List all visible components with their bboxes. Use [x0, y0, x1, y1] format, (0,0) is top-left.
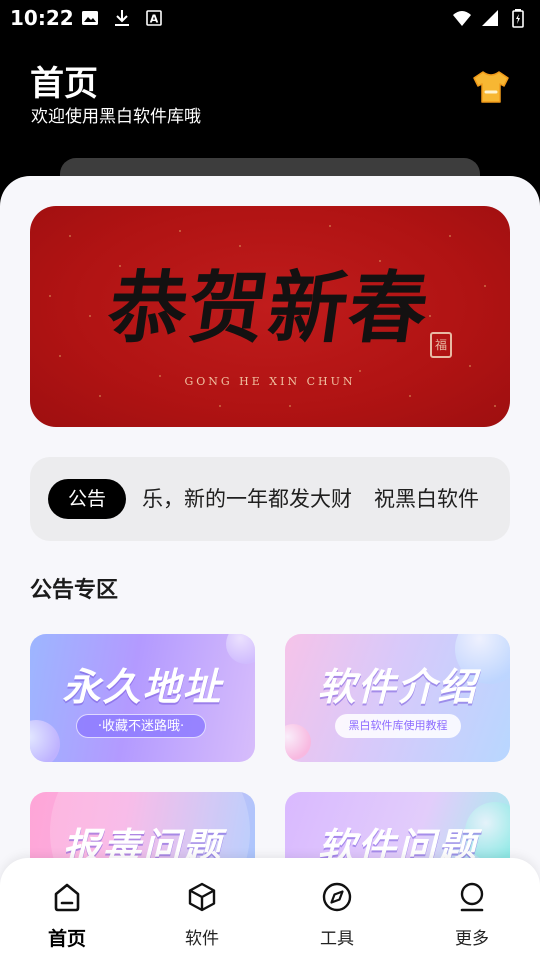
- bottom-nav: 首页 软件 工具 更多: [0, 858, 540, 960]
- home-icon: [54, 883, 80, 912]
- card-permanent-address[interactable]: 永久地址 ·收藏不迷路哦·: [30, 634, 255, 762]
- card-caption: ·收藏不迷路哦·: [76, 714, 206, 738]
- notice-badge: 公告: [48, 479, 126, 519]
- a-box-icon: A: [146, 10, 162, 26]
- card-title: 软件介绍: [317, 665, 478, 709]
- banner[interactable]: 恭贺新春 福 GONG HE XIN CHUN: [30, 206, 510, 427]
- nav-item-more[interactable]: 更多: [422, 880, 522, 950]
- wifi-icon: [453, 11, 471, 26]
- nav-label: 工具: [320, 929, 354, 949]
- nav-label: 软件: [185, 929, 219, 949]
- notice-bar[interactable]: 公告 乐，新的一年都发大财 祝黑白软件: [30, 457, 510, 541]
- signal-icon: [482, 10, 498, 26]
- page-subtitle: 欢迎使用黑白软件库哦: [31, 107, 201, 127]
- card-bubble-decoration: [285, 724, 311, 760]
- card-bubble-decoration: [30, 720, 60, 762]
- nav-item-home[interactable]: 首页: [17, 880, 117, 950]
- card-software-intro[interactable]: 软件介绍 黑白软件库使用教程: [285, 634, 510, 762]
- cube-icon: [188, 882, 216, 912]
- system-icons: [452, 8, 528, 28]
- nav-item-software[interactable]: 软件: [152, 880, 252, 950]
- notice-message: 乐，新的一年都发大财: [142, 487, 352, 511]
- battery-icon: [512, 9, 524, 28]
- tshirt-icon[interactable]: [472, 70, 510, 104]
- image-icon: [82, 11, 98, 25]
- card-caption: 黑白软件库使用教程: [335, 714, 461, 738]
- banner-subtitle: GONG HE XIN CHUN: [184, 375, 356, 388]
- nav-item-tools[interactable]: 工具: [287, 880, 387, 950]
- notice-marquee: 乐，新的一年都发大财 祝黑白软件: [142, 479, 492, 519]
- nav-label: 更多: [455, 929, 489, 949]
- user-icon: [460, 882, 484, 912]
- notification-icons: A: [80, 8, 164, 28]
- status-time: 10:22: [10, 6, 74, 30]
- notice-message: 祝黑白软件: [374, 487, 479, 511]
- main-content: 恭贺新春 福 GONG HE XIN CHUN 公告 乐，新的一年都发大财 祝黑白…: [0, 176, 540, 960]
- page-title: 首页: [30, 64, 98, 104]
- banner-seal: 福: [430, 332, 452, 358]
- compass-icon: [322, 882, 352, 912]
- status-bar: 10:22 A: [0, 0, 540, 36]
- card-title: 永久地址: [62, 665, 223, 709]
- nav-label: 首页: [47, 928, 86, 950]
- section-title: 公告专区: [30, 578, 119, 603]
- download-icon: [115, 10, 129, 26]
- svg-text:A: A: [150, 13, 159, 26]
